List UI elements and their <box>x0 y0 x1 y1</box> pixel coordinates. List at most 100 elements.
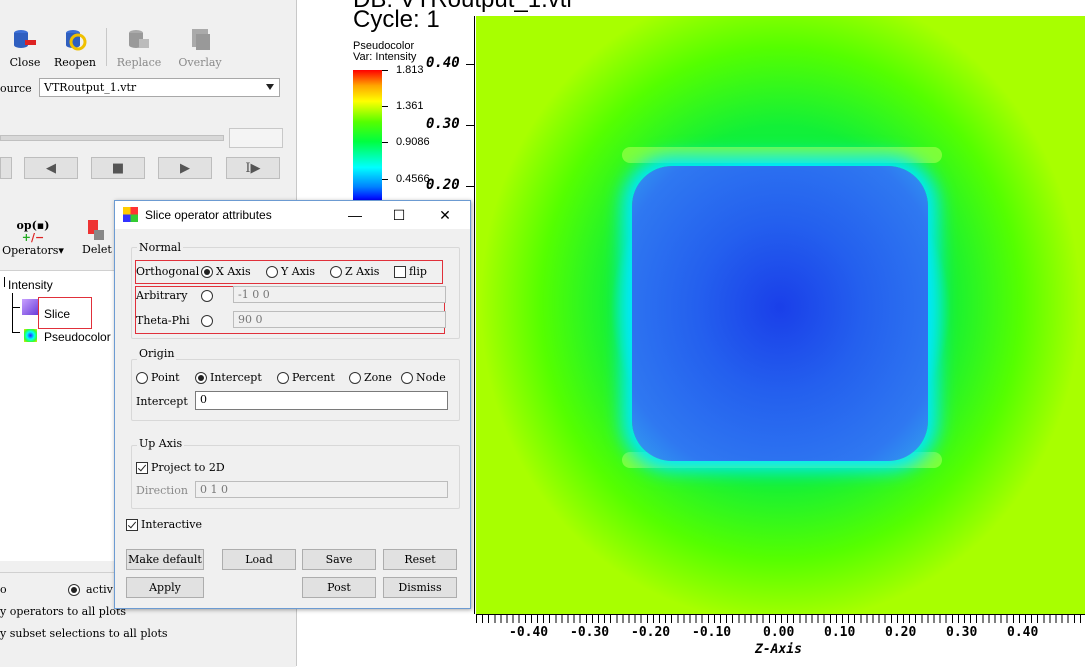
close-window-button[interactable]: ✕ <box>431 205 459 225</box>
dismiss-button[interactable]: Dismiss <box>383 577 457 598</box>
y-tick <box>466 64 475 65</box>
load-button[interactable]: Load <box>222 549 296 570</box>
x-tick-label: 0.40 <box>1007 625 1039 640</box>
maximize-button[interactable]: ☐ <box>385 205 413 225</box>
x-tick-label: 0.20 <box>885 625 917 640</box>
maximize-icon: ☐ <box>392 207 406 223</box>
overlay-database-icon <box>186 26 214 54</box>
intercept-label: Intercept <box>136 395 188 408</box>
play-reverse-icon: ◀ <box>46 160 56 176</box>
cycle-title: Cycle: 1 <box>353 6 440 33</box>
apply-operators-checkbox-label[interactable]: y operators to all plots <box>0 605 126 618</box>
project-to-2d-checkbox[interactable]: Project to 2D <box>136 461 225 474</box>
direction-label: Direction <box>136 484 188 497</box>
reset-button[interactable]: Reset <box>383 549 457 570</box>
theta-phi-field[interactable]: 90 0 <box>233 311 446 328</box>
reopen-database-icon <box>61 26 89 54</box>
apply-button[interactable]: Apply <box>126 577 204 598</box>
point-radio[interactable]: Point <box>136 371 180 384</box>
tree-line <box>12 307 20 308</box>
chevron-down-icon <box>266 84 274 90</box>
minimize-button[interactable]: — <box>341 205 369 225</box>
interactive-checkbox[interactable]: Interactive <box>126 518 202 531</box>
active-radio[interactable] <box>68 584 80 596</box>
reopen-button[interactable]: Reopen <box>50 26 100 69</box>
x-axis-radio[interactable]: X Axis <box>201 265 251 278</box>
apply-subset-checkbox-label[interactable]: y subset selections to all plots <box>0 627 168 640</box>
legend-label: 0.9086 <box>396 136 430 148</box>
percent-radio[interactable]: Percent <box>277 371 335 384</box>
x-tick-label: -0.30 <box>570 625 610 640</box>
slice-operator-icon <box>22 299 38 315</box>
up-axis-group <box>131 445 460 509</box>
tree-line <box>12 332 20 333</box>
pseudocolor-plot-item[interactable]: Pseudocolor <box>44 330 111 344</box>
vcr-stop-button[interactable]: ■ <box>91 157 145 179</box>
direction-field[interactable]: 0 1 0 <box>195 481 448 498</box>
y-tick-label: 0.20 <box>426 177 460 193</box>
orthogonal-label: Orthogonal <box>136 265 200 278</box>
make-default-button[interactable]: Make default <box>126 549 204 570</box>
time-state-field[interactable] <box>229 128 283 148</box>
overlay-button[interactable]: Overlay <box>175 26 225 69</box>
play-icon: ▶ <box>180 160 190 176</box>
intercept-input[interactable]: 0 <box>195 391 448 410</box>
close-database-icon <box>11 26 39 54</box>
close-icon: ✕ <box>439 207 451 223</box>
stop-icon: ■ <box>111 160 125 176</box>
legend-tick <box>382 106 388 107</box>
normal-group-title: Normal <box>137 241 184 254</box>
y-tick-label: 0.30 <box>426 116 460 132</box>
source-dropdown[interactable]: VTRoutput_1.vtr <box>39 78 280 97</box>
arbitrary-normal-field[interactable]: -1 0 0 <box>233 286 446 303</box>
x-tick-label: -0.20 <box>631 625 671 640</box>
legend-label: 1.813 <box>396 64 424 76</box>
minimize-icon: — <box>348 207 362 223</box>
plot-feature-core <box>632 166 928 461</box>
zone-radio[interactable]: Zone <box>349 371 392 384</box>
legend-label: 1.361 <box>396 100 424 112</box>
delete-icon <box>88 220 104 240</box>
dialog-titlebar[interactable]: Slice operator attributes — ☐ ✕ <box>115 201 470 229</box>
y-tick <box>466 125 475 126</box>
save-button[interactable]: Save <box>302 549 376 570</box>
tree-line <box>4 277 5 287</box>
x-tick-label: -0.40 <box>509 625 549 640</box>
legend-label: 0.4566 <box>396 173 430 185</box>
vcr-step-button[interactable]: I▶ <box>226 157 280 179</box>
slice-operator-item[interactable]: Slice <box>44 307 70 321</box>
origin-group-title: Origin <box>137 347 177 360</box>
x-tick-label: 0.30 <box>946 625 978 640</box>
vcr-play-button[interactable]: ▶ <box>158 157 212 179</box>
arbitrary-radio[interactable] <box>201 289 216 302</box>
theta-phi-radio[interactable] <box>201 314 216 327</box>
node-radio[interactable]: Node <box>401 371 446 384</box>
y-tick-label: 0.40 <box>426 55 460 71</box>
post-button[interactable]: Post <box>302 577 376 598</box>
intercept-radio[interactable]: Intercept <box>195 371 262 384</box>
time-slider[interactable] <box>0 135 224 141</box>
visit-app-icon <box>123 207 138 222</box>
z-axis-radio[interactable]: Z Axis <box>330 265 379 278</box>
origin-group <box>131 359 460 421</box>
slice-operator-dialog: Slice operator attributes — ☐ ✕ Normal O… <box>114 200 471 609</box>
y-tick <box>466 186 475 187</box>
vcr-first-button[interactable] <box>0 157 12 179</box>
flip-checkbox[interactable]: flip <box>394 265 427 278</box>
source-value: VTRoutput_1.vtr <box>44 81 137 94</box>
arbitrary-label: Arbitrary <box>136 289 188 302</box>
y-axis-line <box>474 16 475 614</box>
legend-tick <box>382 179 388 180</box>
replace-button[interactable]: Replace <box>114 26 164 69</box>
x-tick-label: 0.10 <box>824 625 856 640</box>
operators-button[interactable]: op(▪) +/− Operators▾ <box>0 220 66 258</box>
legend-tick <box>382 70 388 71</box>
plot-variable-item[interactable]: Intensity <box>8 278 53 292</box>
pseudocolor-plot-area[interactable] <box>476 16 1085 614</box>
legend-tick <box>382 142 388 143</box>
toolbar-separator <box>106 28 107 66</box>
theta-phi-label: Theta-Phi <box>136 314 190 327</box>
close-button[interactable]: Close <box>0 26 50 69</box>
vcr-reverse-button[interactable]: ◀ <box>24 157 78 179</box>
y-axis-radio[interactable]: Y Axis <box>266 265 315 278</box>
